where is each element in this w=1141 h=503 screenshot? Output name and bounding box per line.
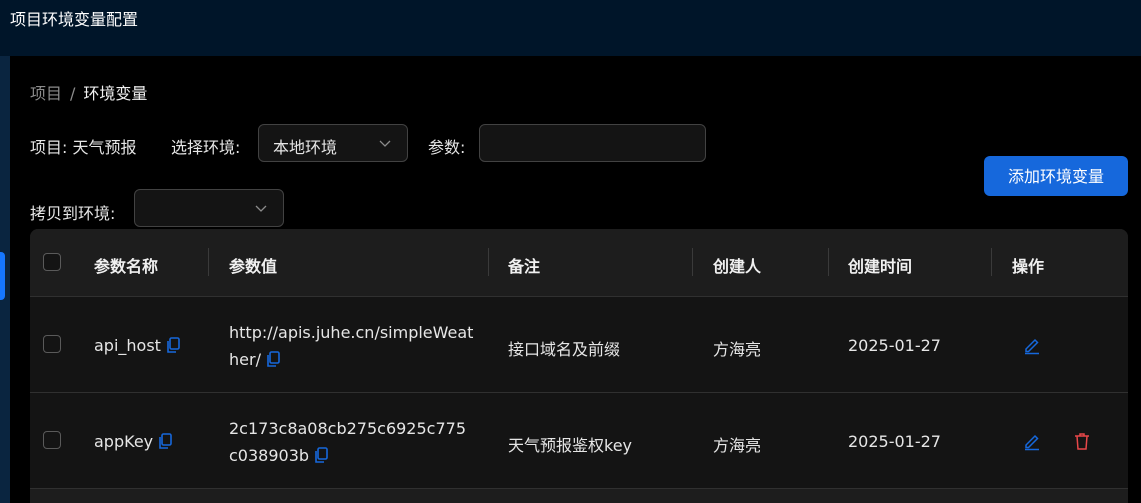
param-name-text: api_host xyxy=(94,336,161,355)
row-remark: 天气预报鉴权key xyxy=(508,436,633,455)
column-divider xyxy=(828,248,829,276)
row-param-name: api_host xyxy=(94,336,180,355)
main-panel: 项目 / 环境变量 项目: 天气预报 选择环境: 本地环境 参数: 添加环境变量 拷… xyxy=(10,56,1141,503)
table-header: 参数名称 参数值 备注 创建人 创建时间 操作 xyxy=(30,229,1128,297)
column-divider xyxy=(488,248,489,276)
column-divider xyxy=(991,248,992,276)
project-label-text: 项目: xyxy=(30,138,68,157)
row-creator: 方海亮 xyxy=(713,340,762,359)
breadcrumb: 项目 / 环境变量 xyxy=(30,80,147,104)
add-env-var-button[interactable]: 添加环境变量 xyxy=(984,156,1128,196)
row-remark: 接口域名及前缀 xyxy=(508,340,621,359)
column-header-value[interactable]: 参数值 xyxy=(229,253,277,277)
row-param-value: 2c173c8a08cb275c6925c775c038903b xyxy=(229,415,474,469)
column-header-creator[interactable]: 创建人 xyxy=(713,253,761,277)
breadcrumb-current: 环境变量 xyxy=(83,84,148,103)
breadcrumb-separator: / xyxy=(70,84,76,103)
env-var-table: 参数名称 参数值 备注 创建人 创建时间 操作 api_host http://… xyxy=(30,229,1128,503)
copy-icon[interactable] xyxy=(166,337,180,354)
column-divider xyxy=(208,248,209,276)
row-param-value: http://apis.juhe.cn/simpleWeather/ xyxy=(229,319,474,373)
chevron-down-icon xyxy=(379,140,391,147)
edit-icon[interactable] xyxy=(1022,431,1042,451)
project-name: 天气预报 xyxy=(72,138,137,157)
copy-to-env-label: 拷贝到环境: xyxy=(30,204,116,223)
edit-icon[interactable] xyxy=(1022,335,1042,355)
column-header-remark[interactable]: 备注 xyxy=(508,253,540,277)
table-row: api_host http://apis.juhe.cn/simpleWeath… xyxy=(30,297,1128,393)
row-created-time: 2025-01-27 xyxy=(848,336,941,355)
row-creator: 方海亮 xyxy=(713,436,762,455)
breadcrumb-project-link[interactable]: 项目 xyxy=(30,84,62,103)
row-created-time: 2025-01-27 xyxy=(848,432,941,451)
table-row: appKey 2c173c8a08cb275c6925c775c038903b … xyxy=(30,393,1128,489)
project-label: 项目: 天气预报 xyxy=(30,134,137,158)
column-header-created-time[interactable]: 创建时间 xyxy=(848,253,912,277)
side-nav-active-indicator[interactable] xyxy=(0,252,5,300)
row-param-name: appKey xyxy=(94,432,172,451)
row-checkbox[interactable] xyxy=(43,431,61,449)
param-input[interactable] xyxy=(479,124,706,162)
env-select[interactable]: 本地环境 xyxy=(258,124,408,162)
window-titlebar: 项目环境变量配置 xyxy=(0,0,1141,56)
trash-icon[interactable] xyxy=(1072,431,1092,451)
window-title: 项目环境变量配置 xyxy=(10,10,139,29)
column-header-actions: 操作 xyxy=(1012,257,1045,276)
row-checkbox[interactable] xyxy=(43,335,61,353)
env-select-label: 选择环境: xyxy=(171,138,241,157)
copy-icon[interactable] xyxy=(314,447,328,464)
env-select-value: 本地环境 xyxy=(273,138,338,157)
copy-icon[interactable] xyxy=(266,351,280,368)
param-value-text: 2c173c8a08cb275c6925c775c038903b xyxy=(229,419,466,465)
side-nav-strip xyxy=(0,56,10,503)
column-header-name[interactable]: 参数名称 xyxy=(94,253,158,277)
column-divider xyxy=(692,248,693,276)
param-label: 参数: xyxy=(428,138,466,157)
copy-to-env-select[interactable] xyxy=(134,189,284,227)
chevron-down-icon xyxy=(255,205,267,212)
param-name-text: appKey xyxy=(94,432,154,451)
copy-icon[interactable] xyxy=(158,433,172,450)
select-all-checkbox[interactable] xyxy=(43,253,61,271)
